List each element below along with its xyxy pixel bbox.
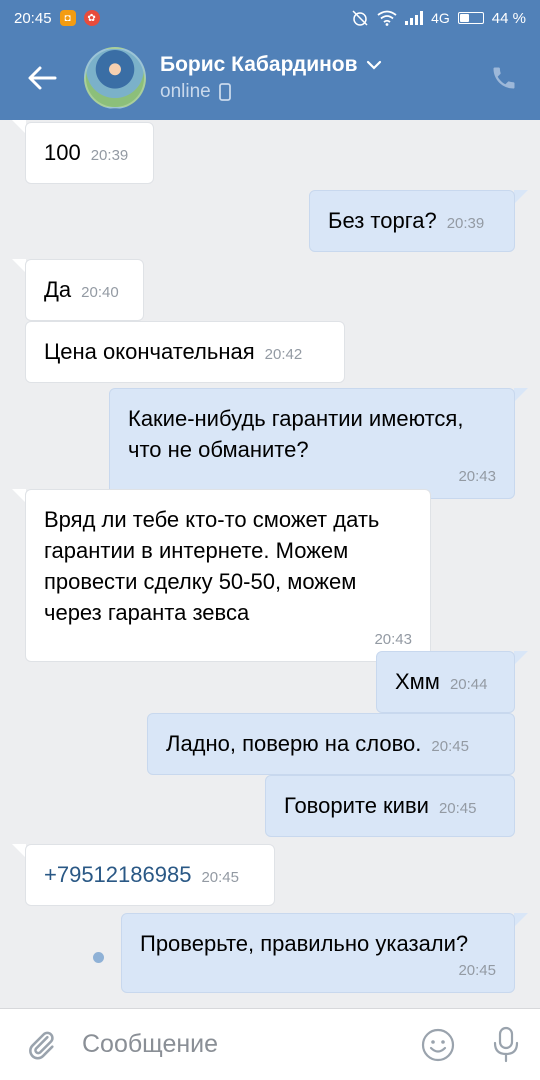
bubble-tail — [12, 259, 26, 273]
message-text: Цена окончательная — [44, 339, 255, 364]
message-bubble-outgoing[interactable]: Хмм 20:44 — [376, 651, 515, 713]
wifi-icon — [377, 10, 397, 26]
message-time: 20:45 — [438, 800, 477, 817]
message-bubble-incoming[interactable]: +79512186985 20:45 — [25, 844, 275, 906]
message-composer — [0, 1008, 540, 1080]
voice-message-button[interactable] — [472, 1009, 540, 1080]
bubble-tail — [12, 120, 26, 134]
microphone-icon — [493, 1026, 519, 1062]
message-time: 20:39 — [446, 215, 485, 232]
status-time: 20:45 — [14, 9, 52, 27]
alarm-off-icon — [352, 10, 368, 26]
contact-info[interactable]: Борис Кабардинов online — [160, 53, 382, 103]
message-bubble-outgoing[interactable]: Ладно, поверю на слово. 20:45 — [147, 713, 515, 775]
message-text: Какие-нибудь гарантии имеются, что не об… — [128, 406, 464, 462]
bubble-tail — [514, 190, 528, 204]
message-text: Ладно, поверю на слово. — [166, 731, 422, 756]
contact-status: online — [160, 81, 211, 102]
message-text: 100 — [44, 140, 81, 165]
message-bubble-incoming[interactable]: 100 20:39 — [25, 122, 154, 184]
bubble-tail — [12, 844, 26, 858]
bubble-tail — [514, 913, 528, 927]
bubble-tail — [514, 388, 528, 402]
app-notification-icon: ◘ — [59, 10, 76, 26]
chat-header: Борис Кабардинов online — [0, 36, 540, 120]
message-time: 20:40 — [81, 284, 119, 301]
message-text: Вряд ли тебе кто-то сможет дать гарантии… — [44, 507, 380, 625]
attach-button[interactable] — [0, 1009, 82, 1080]
message-bubble-incoming[interactable]: Вряд ли тебе кто-то сможет дать гарантии… — [25, 489, 431, 662]
bubble-tail — [514, 651, 528, 665]
network-type: 4G — [431, 10, 450, 26]
app-notification-icon-2: ✿ — [83, 10, 100, 26]
message-time: 20:43 — [458, 468, 496, 485]
battery-icon — [457, 12, 484, 24]
status-bar: 20:45 ◘ ✿ 4G 44 % — [0, 0, 540, 36]
emoji-icon — [421, 1028, 455, 1061]
back-arrow-icon — [28, 66, 57, 90]
mobile-device-icon — [218, 83, 231, 101]
message-text: Без торга? — [328, 208, 437, 233]
message-time: 20:45 — [201, 869, 239, 886]
unread-indicator — [93, 952, 104, 963]
message-time: 20:45 — [431, 738, 469, 755]
paperclip-icon — [29, 1031, 54, 1059]
signal-icon — [405, 11, 424, 25]
message-bubble-outgoing[interactable]: Проверьте, правильно указали? 20:45 — [121, 913, 515, 993]
emoji-button[interactable] — [404, 1009, 472, 1080]
message-time: 20:42 — [264, 346, 303, 363]
phone-number-link[interactable]: +79512186985 — [44, 862, 191, 887]
battery-percent: 44 % — [491, 9, 526, 27]
back-button[interactable] — [0, 36, 84, 120]
message-input[interactable] — [82, 1030, 404, 1059]
avatar[interactable] — [84, 47, 146, 109]
phone-icon — [493, 67, 515, 89]
message-bubble-outgoing[interactable]: Какие-нибудь гарантии имеются, что не об… — [109, 388, 515, 499]
message-bubble-outgoing[interactable]: Без торга? 20:39 — [309, 190, 515, 252]
message-bubble-outgoing[interactable]: Говорите киви 20:45 — [265, 775, 515, 837]
message-time: 20:44 — [449, 676, 488, 693]
bubble-tail — [12, 489, 26, 503]
chevron-down-icon — [366, 60, 381, 70]
message-time: 20:43 — [374, 631, 412, 648]
contact-name: Борис Кабардинов — [160, 53, 358, 76]
message-bubble-incoming[interactable]: Да 20:40 — [25, 259, 144, 321]
message-time: 20:45 — [458, 962, 496, 979]
call-button[interactable] — [468, 36, 540, 120]
message-list[interactable]: 100 20:39 Без торга? 20:39 Да 20:40 Цена ок… — [0, 120, 540, 1008]
message-text: Хмм — [395, 669, 440, 694]
message-bubble-incoming[interactable]: Цена окончательная 20:42 — [25, 321, 345, 383]
message-text: Проверьте, правильно указали? — [140, 931, 469, 956]
message-time: 20:39 — [90, 147, 129, 164]
message-text: Говорите киви — [284, 793, 429, 818]
message-text: Да — [44, 277, 72, 302]
